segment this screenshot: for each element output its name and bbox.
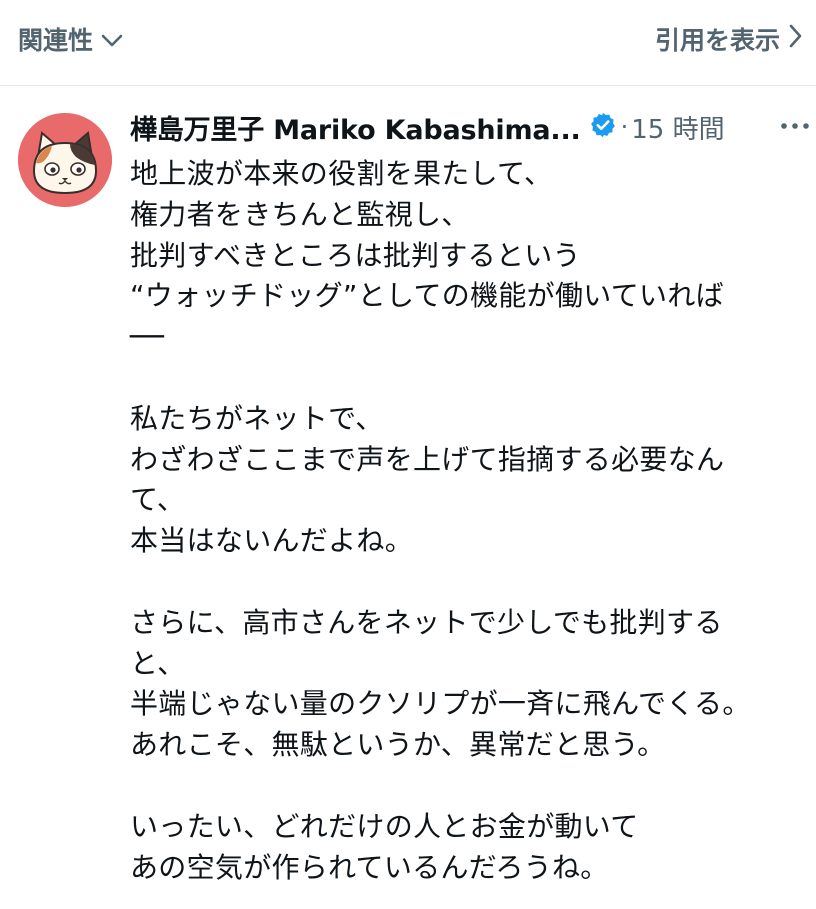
post-line: いったい、どれだけの人とお金が動いて	[130, 809, 639, 843]
post-line: 批判すべきところは批判するという	[130, 238, 581, 272]
post-line-blank: ​	[130, 562, 800, 603]
view-quotes-label: 引用を表示	[654, 26, 780, 55]
post-line: 権力者をきちんと監視し、	[130, 197, 470, 231]
author-name[interactable]: 樺島万里子 Mariko Kabashima...	[130, 108, 581, 147]
post-line: あれこそ、無駄というか、異常だと思う。	[130, 728, 666, 762]
chevron-down-icon	[101, 25, 123, 54]
post-line: あの空気が作られているんだろうね。	[130, 850, 609, 884]
post-line: 本当はないんだよね。	[130, 524, 414, 558]
post-line-blank: ​	[130, 766, 800, 807]
post-line: さらに、高市さんをネットで少しでも批判する	[130, 605, 723, 639]
post-line: 私たちがネットで、	[130, 401, 384, 435]
post-line: 半端じゃない量のクソリプが一斉に飛んでくる。	[130, 687, 751, 721]
replies-toolbar: 関連性 引用を表示	[0, 0, 816, 86]
post-line: ──	[130, 320, 165, 354]
post-line: 地上波が本来の役割を果たして、	[130, 157, 553, 190]
cat-avatar-icon	[18, 113, 112, 207]
post-line: て、	[130, 483, 186, 517]
chevron-right-icon	[788, 24, 802, 54]
post-line: と、	[130, 646, 186, 680]
post-line: わざわざここまで声を上げて指摘する必要なん	[130, 442, 725, 476]
post-timestamp[interactable]: 15 時間	[631, 109, 724, 146]
sort-label: 関連性	[18, 26, 94, 55]
sort-dropdown-button[interactable]: 関連性	[18, 22, 123, 56]
more-options-icon[interactable]	[780, 116, 810, 135]
verified-badge-icon	[589, 111, 617, 143]
author-avatar[interactable]	[18, 113, 112, 207]
post-line: “ウォッチドッグ”としての機能が働いていれば	[130, 279, 724, 313]
view-quotes-link[interactable]: 引用を表示	[655, 22, 802, 56]
reply-post: 樺島万里子 Mariko Kabashima... · 15 時間 地上波が本来…	[130, 104, 809, 888]
post-header: 樺島万里子 Mariko Kabashima... · 15 時間	[130, 104, 800, 150]
post-body: 地上波が本来の役割を果たして、 権力者をきちんと監視し、批判すべきところは批判する…	[130, 154, 800, 888]
post-line-blank: ​	[130, 358, 800, 399]
header-separator: ·	[620, 113, 629, 141]
